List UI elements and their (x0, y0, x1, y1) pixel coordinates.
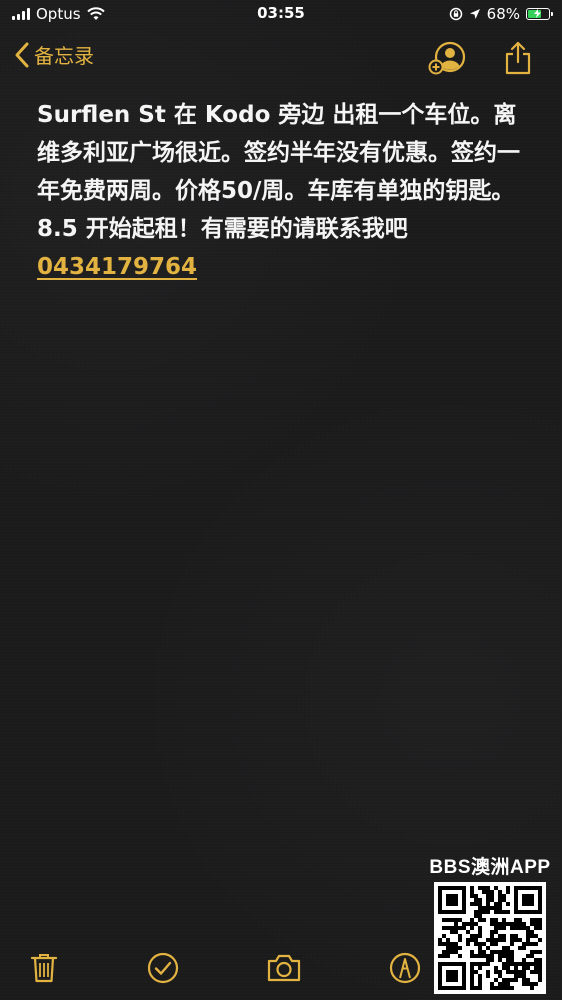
note-body[interactable]: Surflen St 在 Kodo 旁边 出租一个车位。离维多利亚广场很近。签约… (37, 96, 537, 286)
add-person-button[interactable] (428, 40, 466, 76)
back-button-label: 备忘录 (34, 44, 94, 68)
share-button[interactable] (502, 40, 538, 76)
navigation-bar: 备忘录 (0, 30, 562, 86)
location-icon (469, 9, 480, 19)
screen-lock-icon (449, 7, 462, 21)
phone-number-link[interactable]: 0434179764 (37, 254, 197, 280)
watermark: BBS澳洲APP (420, 852, 560, 1000)
markup-pen-icon (389, 952, 421, 984)
delete-button[interactable] (26, 950, 62, 986)
camera-icon (267, 954, 301, 982)
trash-icon (30, 954, 58, 983)
checklist-button[interactable] (145, 950, 181, 986)
back-button[interactable]: 备忘录 (14, 40, 94, 69)
watermark-text: BBS澳洲APP (429, 857, 551, 878)
checklist-icon (147, 952, 179, 984)
status-right: 68% (449, 5, 553, 23)
camera-button[interactable] (265, 950, 301, 986)
markup-button[interactable] (387, 950, 423, 986)
battery-percent: 68% (486, 5, 520, 23)
qr-code-icon (434, 882, 546, 994)
chevron-left-icon (15, 42, 29, 67)
add-person-icon (428, 41, 466, 75)
battery-charging-icon (526, 8, 553, 20)
note-text: Surflen St 在 Kodo 旁边 出租一个车位。离维多利亚广场很近。签约… (37, 102, 520, 242)
status-bar: Optus 03:55 68% (0, 0, 562, 30)
charging-bolt-icon (534, 9, 541, 18)
share-icon (505, 41, 531, 75)
qr-code-graphic (438, 886, 542, 990)
